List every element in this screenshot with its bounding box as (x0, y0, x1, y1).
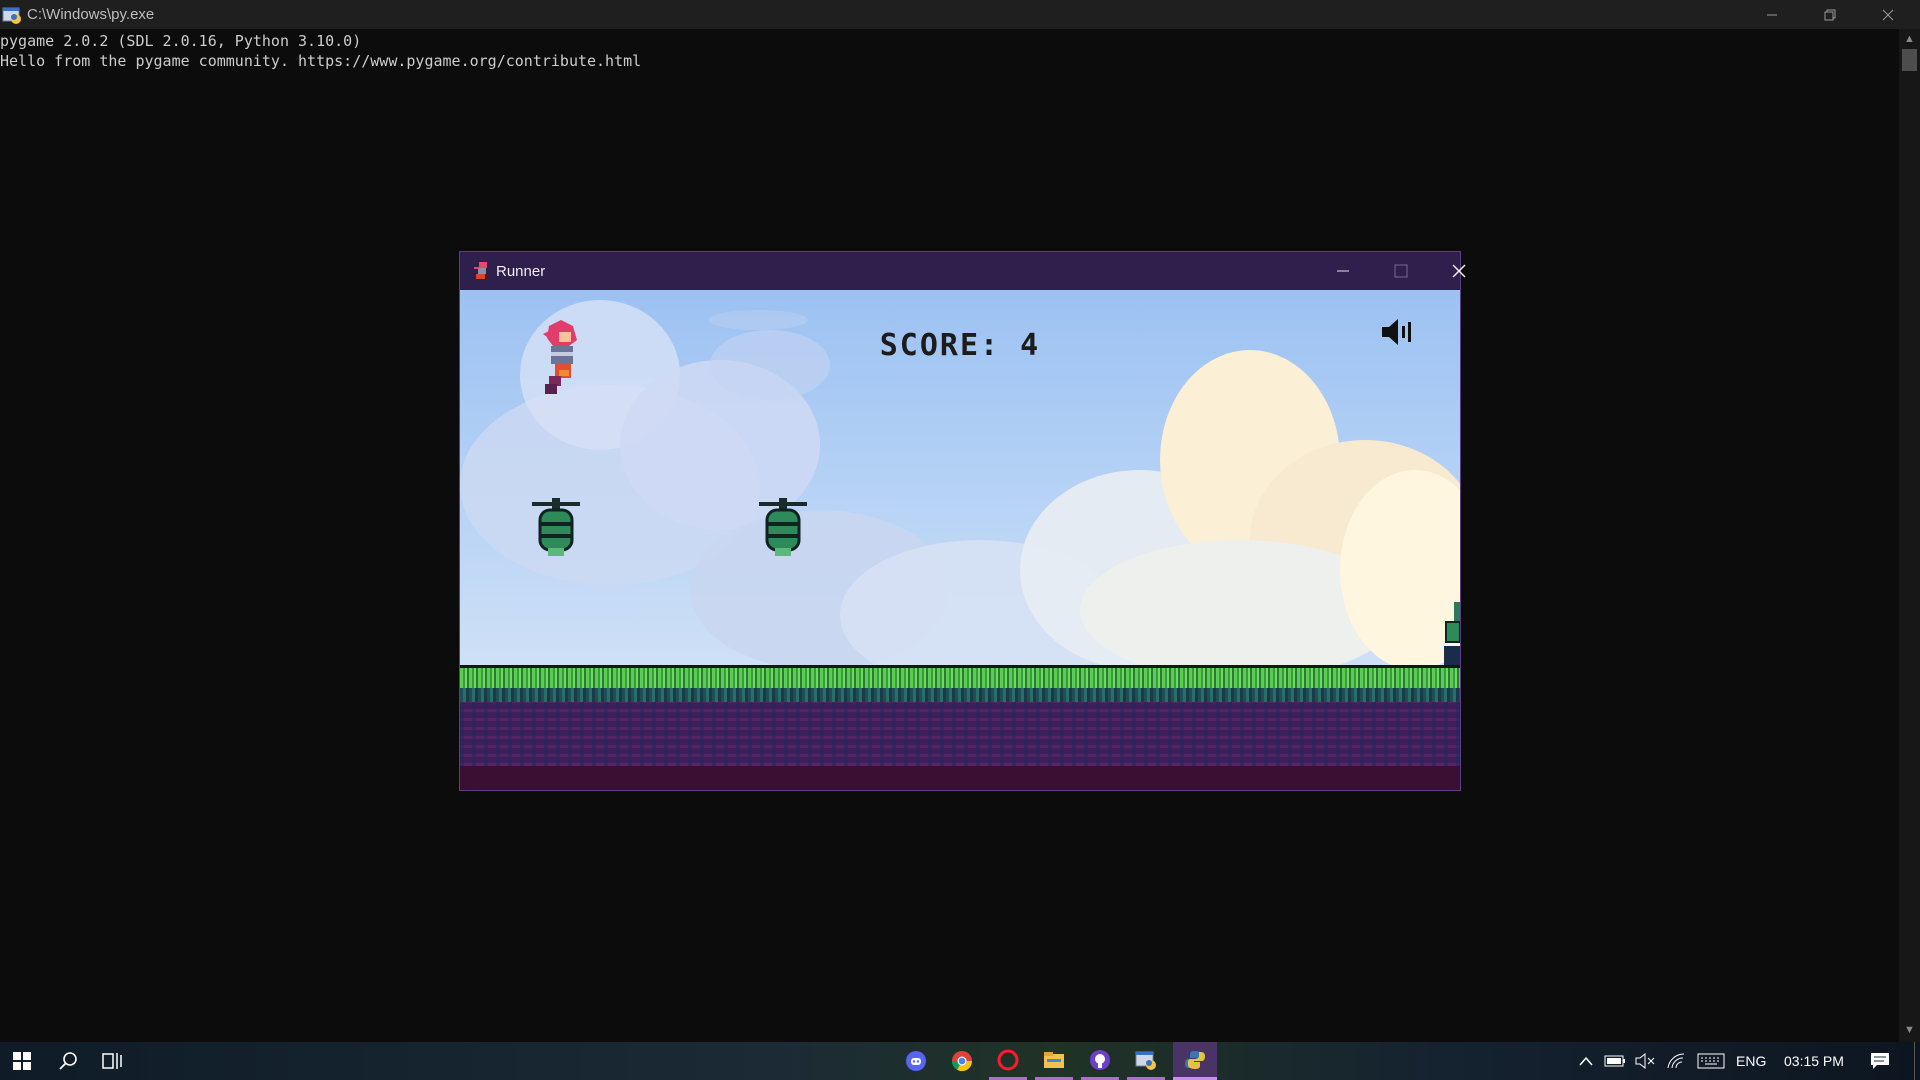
game-window: Runner SCORE: 4 (459, 251, 1466, 791)
py-console-app-icon (2, 7, 21, 24)
taskbar-app-file-explorer[interactable] (1035, 1042, 1073, 1080)
score-label: SCORE: 4 (879, 328, 1041, 363)
chevron-up-icon (1579, 1056, 1593, 1066)
action-center-button[interactable] (1864, 1042, 1896, 1080)
scroll-down-arrow-icon[interactable]: ▼ (1899, 1024, 1920, 1036)
chrome-icon (951, 1051, 973, 1072)
scroll-up-arrow-icon[interactable]: ▲ (1899, 33, 1920, 45)
fly-enemy-icon (759, 498, 807, 556)
ground-bottom (460, 766, 1460, 790)
minimize-icon (1337, 270, 1349, 272)
volume-muted-icon (1635, 1053, 1655, 1069)
show-hidden-icons-button[interactable] (1574, 1042, 1598, 1080)
snail-enemy-icon (1444, 602, 1460, 666)
language-indicator[interactable]: ENG (1736, 1053, 1766, 1069)
minimize-icon (1767, 14, 1777, 15)
restore-icon (1824, 9, 1836, 20)
runner-app-icon (474, 262, 487, 279)
volume-button[interactable] (1632, 1042, 1658, 1080)
task-view-button[interactable] (92, 1042, 132, 1080)
github-desktop-icon (1090, 1049, 1110, 1070)
search-button[interactable] (48, 1042, 88, 1080)
taskbar-app-opera[interactable] (989, 1042, 1027, 1080)
wifi-icon (1667, 1053, 1685, 1069)
console-minimize-button[interactable] (1743, 0, 1801, 29)
console-line: pygame 2.0.2 (SDL 2.0.16, Python 3.10.0) (0, 32, 362, 50)
discord-icon (906, 1051, 926, 1071)
windows-logo-icon (13, 1052, 31, 1070)
console-scrollbar[interactable]: ▲ ▼ (1899, 29, 1920, 1042)
taskbar-app-github-desktop[interactable] (1081, 1042, 1119, 1080)
close-icon (1882, 9, 1894, 20)
console-title-bar[interactable]: C:\Windows\py.exe (0, 0, 1920, 29)
opera-icon (997, 1049, 1019, 1070)
scrollbar-thumb[interactable] (1902, 49, 1917, 71)
game-close-button[interactable] (1430, 252, 1488, 290)
show-desktop-button[interactable] (1914, 1042, 1920, 1080)
console-line: Hello from the pygame community. https:/… (0, 52, 642, 70)
touch-keyboard-button[interactable] (1694, 1042, 1728, 1080)
taskbar-app-discord[interactable] (897, 1042, 935, 1080)
search-icon (59, 1052, 77, 1070)
game-title: Runner (496, 263, 546, 280)
console-output: pygame 2.0.2 (SDL 2.0.16, Python 3.10.0)… (0, 31, 641, 71)
console-title: C:\Windows\py.exe (27, 6, 155, 23)
clock[interactable]: 03:15 PM (1784, 1053, 1844, 1069)
taskbar-app-python-game[interactable] (1173, 1042, 1217, 1080)
game-minimize-button[interactable] (1314, 252, 1372, 290)
taskbar-app-chrome[interactable] (943, 1042, 981, 1080)
game-title-bar[interactable]: Runner (460, 252, 1466, 290)
grass-shadow (460, 688, 1460, 702)
task-view-icon (102, 1053, 122, 1069)
taskbar-app-py-console[interactable] (1127, 1042, 1165, 1080)
notification-icon (1871, 1053, 1889, 1069)
network-button[interactable] (1662, 1042, 1690, 1080)
battery-icon (1604, 1055, 1625, 1067)
close-icon (1452, 264, 1466, 278)
player-icon (543, 320, 577, 394)
ground-dirt (460, 702, 1460, 766)
start-button[interactable] (0, 1042, 44, 1080)
taskbar: ENG 03:15 PM (0, 1042, 1920, 1080)
game-canvas[interactable]: SCORE: 4 (460, 290, 1460, 790)
maximize-icon (1394, 264, 1408, 278)
speaker-icon[interactable] (1380, 317, 1416, 347)
console-close-button[interactable] (1859, 0, 1917, 29)
python-game-icon (1185, 1050, 1205, 1069)
battery-button[interactable] (1602, 1042, 1628, 1080)
py-console-icon (1135, 1051, 1156, 1070)
console-restore-button[interactable] (1801, 0, 1859, 29)
keyboard-icon (1697, 1053, 1725, 1069)
fly-enemy-icon (532, 498, 580, 556)
file-explorer-icon (1044, 1051, 1064, 1068)
game-maximize-button[interactable] (1372, 252, 1430, 290)
